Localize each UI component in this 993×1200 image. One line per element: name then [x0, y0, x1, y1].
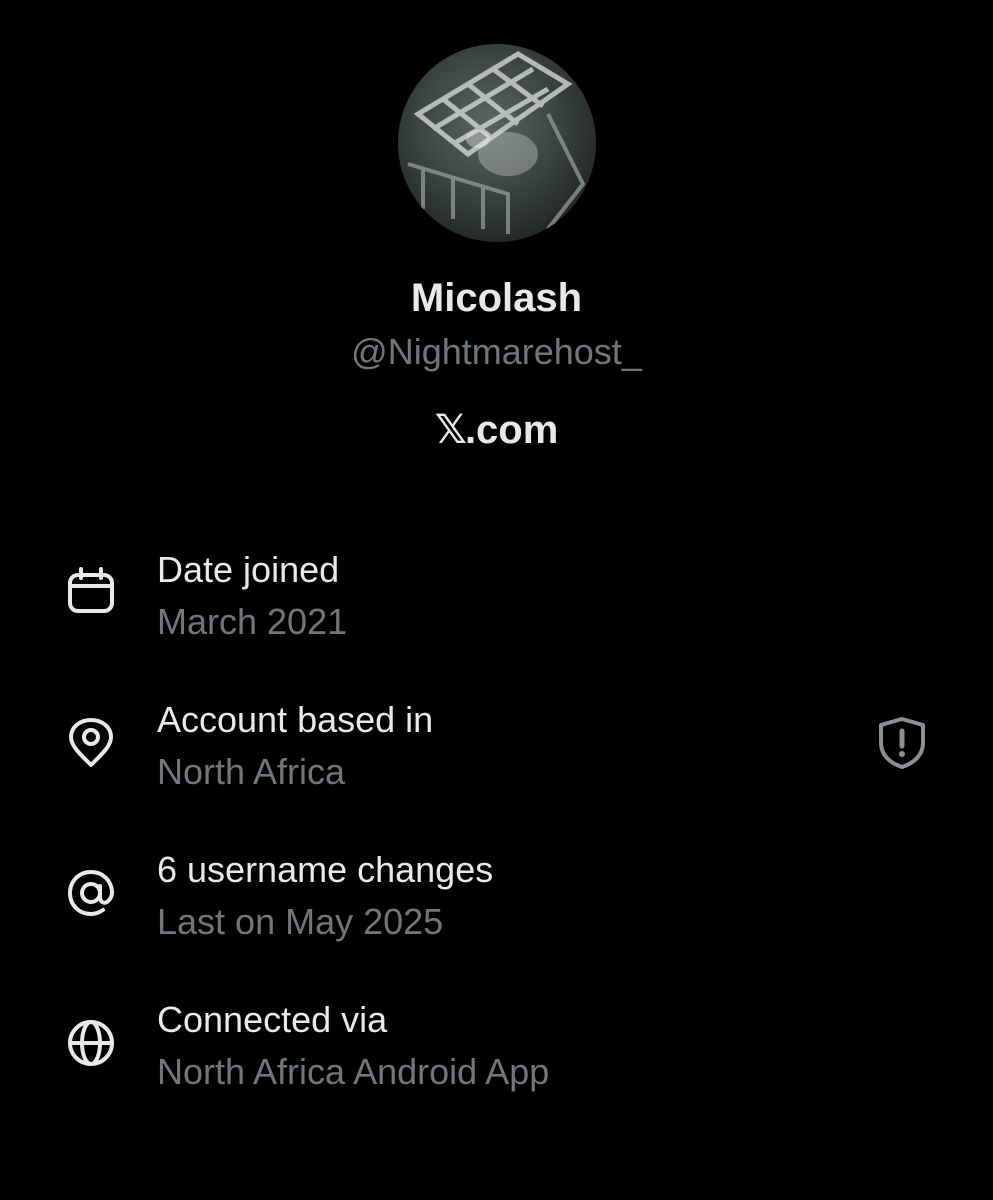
about-row-username-changes: 6 username changes Last on May 2025	[0, 848, 993, 958]
account-based-in-value: North Africa	[157, 751, 346, 792]
display-name: Micolash	[410, 276, 583, 320]
calendar-icon	[68, 567, 114, 613]
avatar-image	[407, 51, 586, 234]
connected-via-label: Connected via	[157, 999, 388, 1040]
profile-avatar[interactable]	[398, 44, 596, 242]
site-domain-suffix: .com	[464, 408, 559, 452]
connected-via-value: North Africa Android App	[157, 1051, 550, 1092]
at-sign-icon	[67, 869, 115, 917]
username-changes-label: 6 username changes	[157, 849, 494, 890]
shield-exclamation-icon[interactable]	[876, 716, 928, 770]
globe-icon	[68, 1020, 114, 1066]
x-logo-icon: 𝕏	[434, 407, 467, 453]
location-pin-icon	[69, 718, 113, 767]
username-handle: @Nightmarehost_	[351, 331, 642, 372]
about-row-account-based-in: Account based in North Africa	[0, 698, 993, 808]
date-joined-label: Date joined	[157, 549, 340, 590]
username-changes-value: Last on May 2025	[157, 901, 444, 942]
about-row-date-joined: Date joined March 2021	[0, 548, 993, 658]
date-joined-value: March 2021	[157, 601, 348, 642]
account-based-in-label: Account based in	[157, 699, 434, 740]
about-row-connected-via: Connected via North Africa Android App	[0, 998, 993, 1108]
site-label: 𝕏.com	[0, 406, 993, 454]
